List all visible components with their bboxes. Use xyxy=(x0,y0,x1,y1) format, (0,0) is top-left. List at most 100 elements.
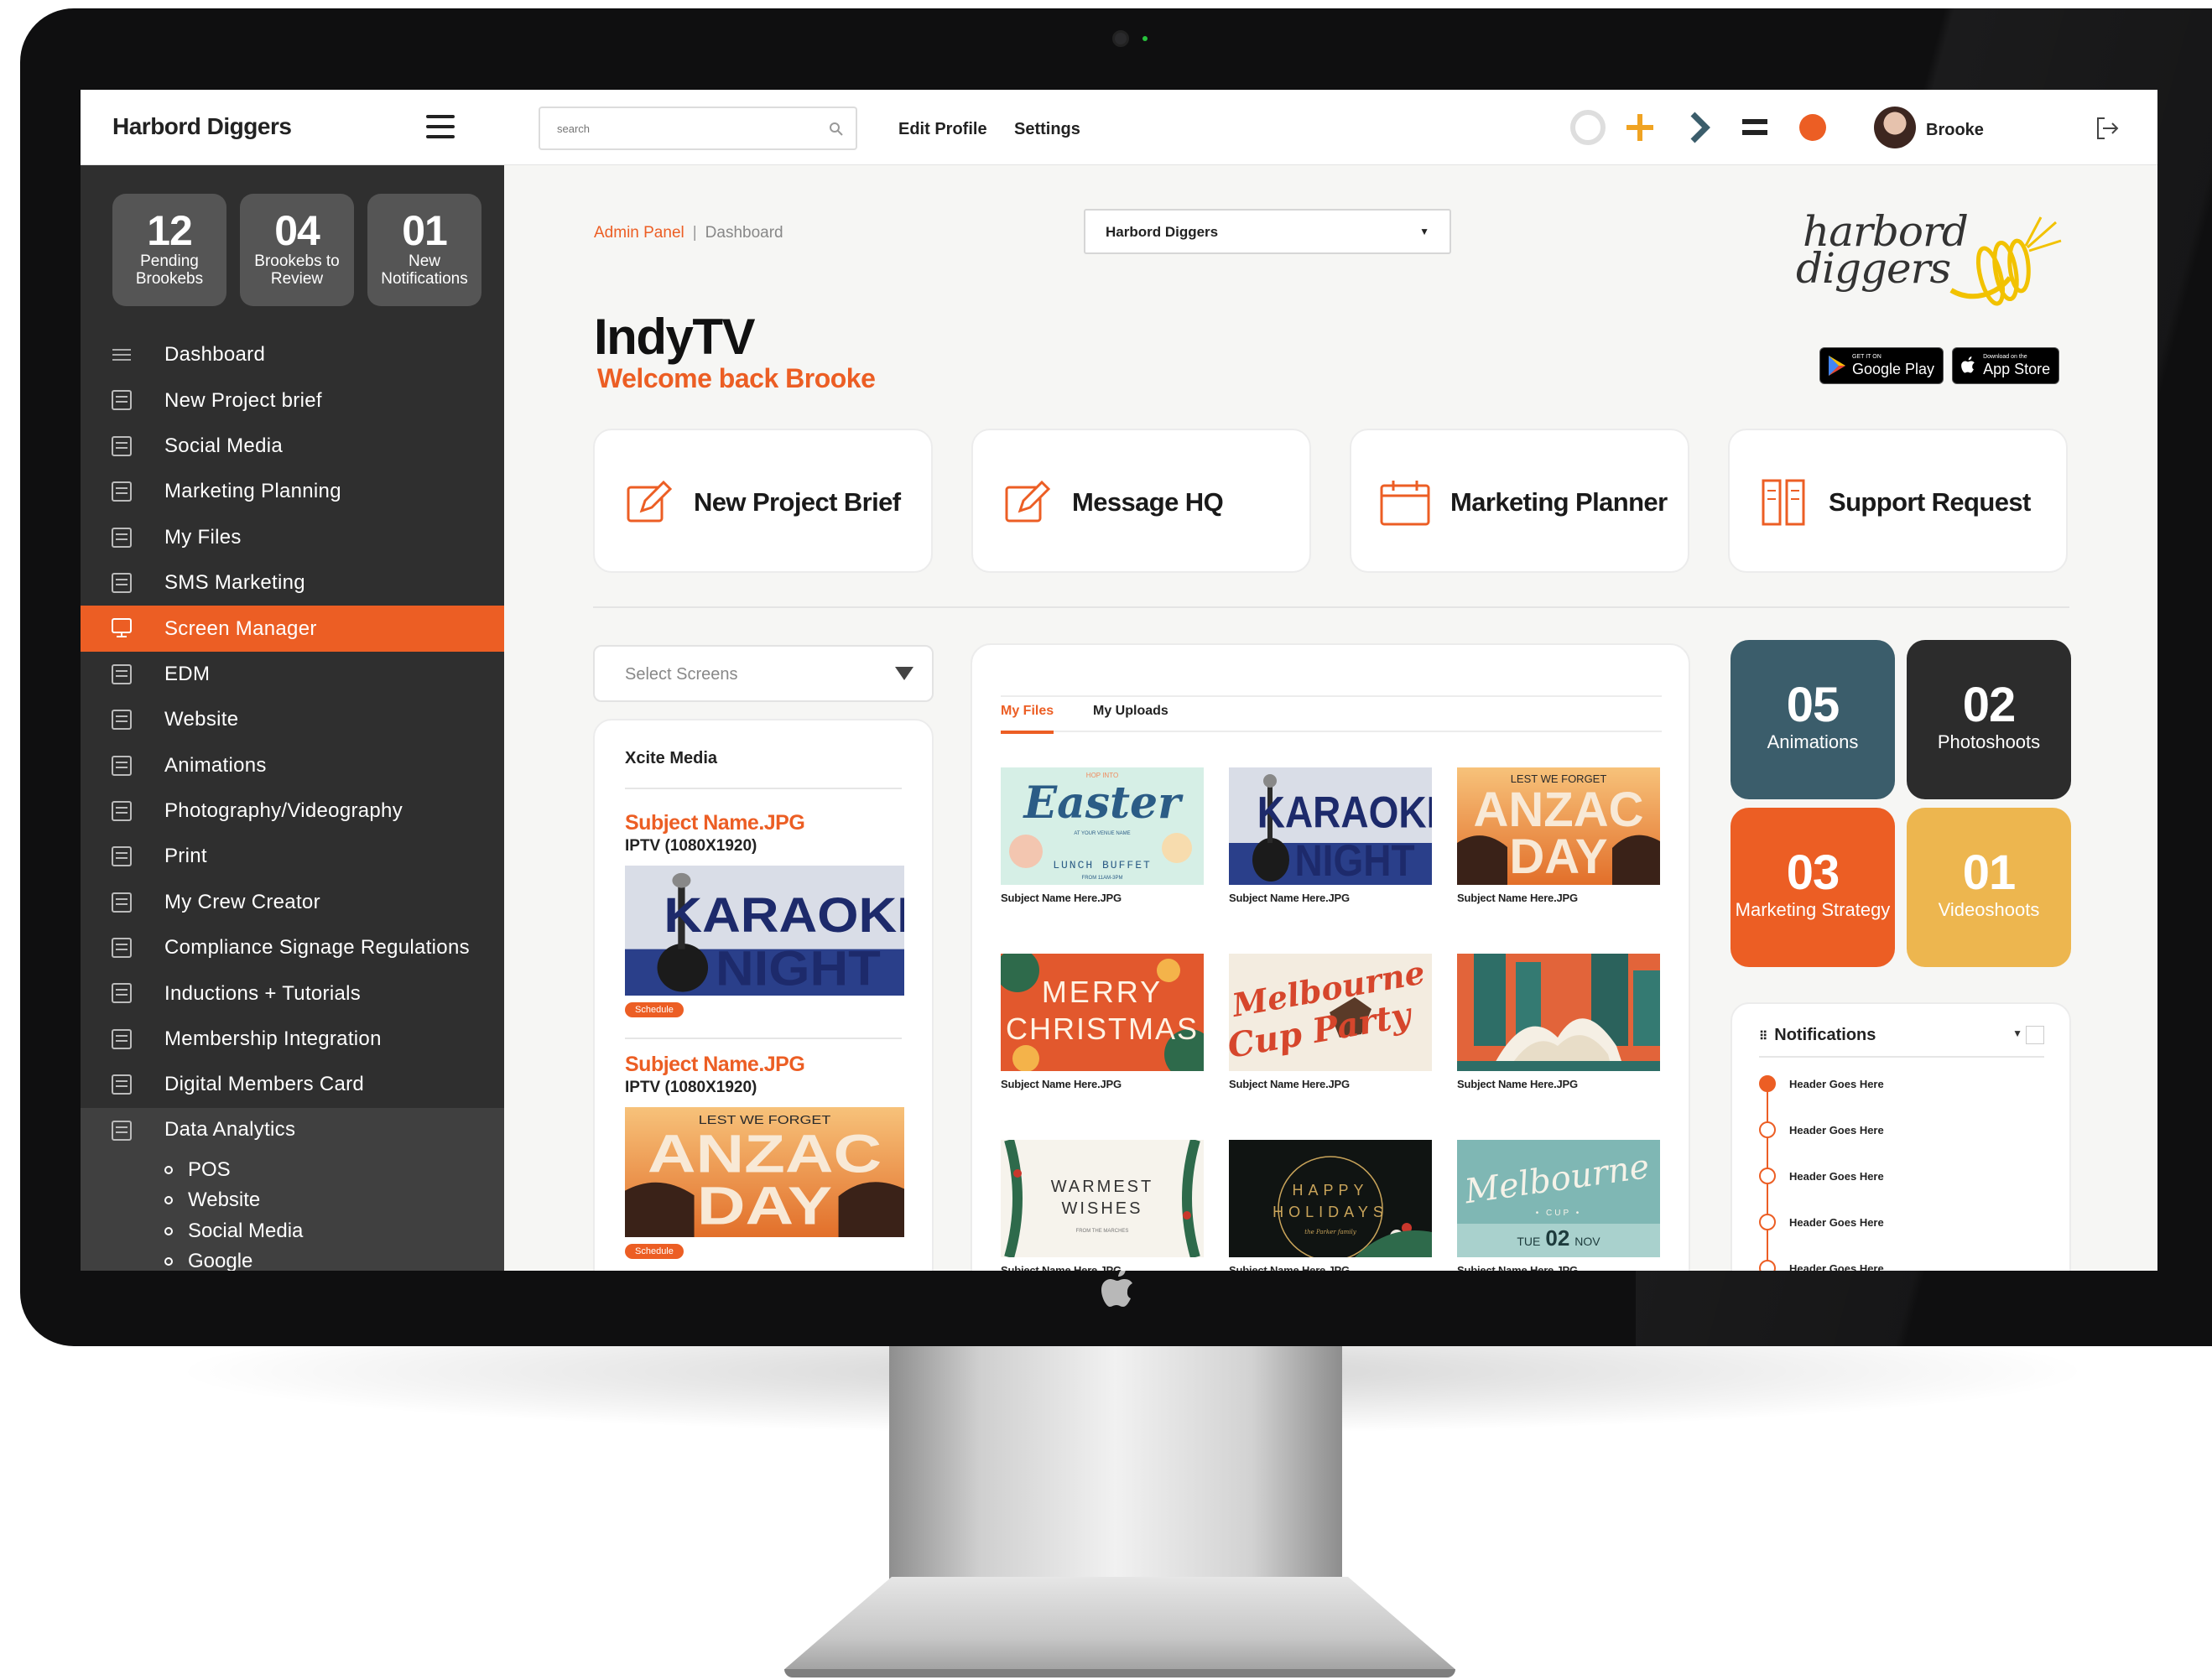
submenu-item[interactable]: Website xyxy=(81,1185,504,1216)
sidebar-item-data-analytics[interactable]: Data Analytics xyxy=(81,1107,504,1152)
schedule-badge[interactable]: Schedule xyxy=(625,1244,684,1259)
plus-icon[interactable] xyxy=(1622,110,1658,145)
equals-icon[interactable] xyxy=(1737,110,1772,145)
logout-icon[interactable] xyxy=(2094,115,2121,142)
file-preview-image[interactable]: Melbourne Cup Party xyxy=(1229,954,1432,1071)
analytics-submenu: POS Website Social Media Google xyxy=(81,1151,504,1271)
sidebar-item-dashboard[interactable]: Dashboard xyxy=(81,332,504,377)
sidebar-item-my-crew-creator[interactable]: My Crew Creator xyxy=(81,880,504,925)
file-thumbnail[interactable]: MERRY CHRISTMAS Subject Name Here.JPG xyxy=(1001,954,1204,1090)
file-preview-image[interactable]: HAPPY HOLIDAYS the Parker family xyxy=(1229,1140,1432,1257)
message-hq-card[interactable]: Message HQ xyxy=(971,429,1311,573)
submenu-item[interactable]: Google xyxy=(81,1246,504,1271)
file-thumbnail[interactable]: Melbourne • CUP • TUE 02 NOV Subject Name Her… xyxy=(1457,1140,1660,1271)
edit-profile-link[interactable]: Edit Profile xyxy=(898,120,987,139)
sidebar-item-social-media[interactable]: Social Media xyxy=(81,424,504,469)
file-preview-image[interactable]: KARAOKENIGHT xyxy=(1229,767,1432,885)
review-stat-tile[interactable]: 04 Brookebs to Review xyxy=(240,194,354,306)
file-preview-image[interactable]: Melbourne • CUP • TUE 02 NOV xyxy=(1457,1140,1660,1257)
bullet-icon xyxy=(164,1257,173,1267)
file-thumbnail[interactable]: Melbourne Cup Party Subject Name Here.JPG xyxy=(1229,954,1432,1090)
menu-icon xyxy=(109,343,134,367)
animations-tile[interactable]: 05 Animations xyxy=(1731,640,1895,799)
file-preview-image[interactable]: HOP INTO Easter AT YOUR VENUE NAME LUNCH BU… xyxy=(1001,767,1204,885)
pending-stat-tile[interactable]: 12 Pending Brookebs xyxy=(112,194,226,306)
google-play-badge[interactable]: GET IT ON Google Play xyxy=(1819,347,1944,384)
svg-text:FROM 11AM-3PM: FROM 11AM-3PM xyxy=(1082,876,1123,881)
support-request-card[interactable]: Support Request xyxy=(1728,429,2068,573)
site-select-dropdown[interactable]: Harbord Diggers ▼ xyxy=(1084,209,1451,254)
notification-item[interactable]: Header Goes Here xyxy=(1759,1213,1884,1231)
svg-text:FROM THE MARCHES: FROM THE MARCHES xyxy=(1076,1229,1129,1234)
orange-dot-icon[interactable] xyxy=(1795,110,1830,145)
search-input[interactable] xyxy=(540,108,792,148)
sidebar-item-my-files[interactable]: My Files xyxy=(81,515,504,560)
svg-text:CHRISTMAS: CHRISTMAS xyxy=(1006,1012,1199,1046)
videoshoots-tile[interactable]: 01 Videoshoots xyxy=(1907,808,2071,967)
card-divider xyxy=(625,1038,902,1039)
screen-entry[interactable]: Subject Name.JPG IPTV (1080X1920) KARAOK… xyxy=(625,811,907,1017)
status-ring-icon[interactable] xyxy=(1570,110,1606,145)
file-thumbnail[interactable]: KARAOKENIGHT Subject Name Here.JPG xyxy=(1229,767,1432,904)
sidebar-item-edm[interactable]: EDM xyxy=(81,652,504,697)
sidebar-item-inductions-tutorials[interactable]: Inductions + Tutorials xyxy=(81,970,504,1016)
avatar[interactable] xyxy=(1874,107,1916,148)
file-thumbnail[interactable]: Subject Name Here.JPG xyxy=(1457,954,1660,1090)
sidebar-item-label: Compliance Signage Regulations xyxy=(164,936,470,960)
sidebar-item-print[interactable]: Print xyxy=(81,834,504,879)
file-preview-image[interactable]: MERRY CHRISTMAS xyxy=(1001,954,1204,1071)
submenu-item[interactable]: Social Media xyxy=(81,1216,504,1247)
file-thumbnail[interactable]: HOP INTO Easter AT YOUR VENUE NAME LUNCH BU… xyxy=(1001,767,1204,904)
checkbox-icon xyxy=(109,936,134,960)
sidebar-item-website[interactable]: Website xyxy=(81,697,504,742)
brand-name[interactable]: Harbord Diggers xyxy=(112,113,292,140)
notification-item[interactable]: Header Goes Here xyxy=(1759,1074,1884,1093)
marketing-planner-card[interactable]: Marketing Planner xyxy=(1350,429,1689,573)
sidebar-item-sms-marketing[interactable]: SMS Marketing xyxy=(81,560,504,606)
tab-my-files[interactable]: My Files xyxy=(1001,697,1054,734)
file-preview-image[interactable] xyxy=(1457,954,1660,1071)
file-thumbnail[interactable]: LEST WE FORGET ANZAC DAY Subject Name Here.… xyxy=(1457,767,1660,904)
breadcrumb-admin-link[interactable]: Admin Panel xyxy=(594,224,684,242)
notifications-dropdown-icon[interactable]: ▼ xyxy=(2012,1027,2022,1039)
gear-icon[interactable] xyxy=(2026,1026,2044,1044)
file-thumbnail[interactable]: WARMEST WISHES FROM THE MARCHES Subject Nam… xyxy=(1001,1140,1204,1271)
search-icon[interactable] xyxy=(829,122,844,137)
top-navbar: Harbord Diggers Edit Profile Settings Br… xyxy=(81,90,2157,165)
sidebar-item-new-project-brief[interactable]: New Project brief xyxy=(81,377,504,423)
sidebar-item-screen-manager[interactable]: Screen Manager xyxy=(81,606,504,652)
settings-link[interactable]: Settings xyxy=(1014,120,1080,139)
tab-my-uploads[interactable]: My Uploads xyxy=(1093,697,1168,734)
notifications-stat-tile[interactable]: 01 New Notifications xyxy=(367,194,481,306)
select-screens-dropdown[interactable]: Select Screens xyxy=(593,645,934,702)
notification-item[interactable]: Header Goes Here xyxy=(1759,1259,1884,1271)
file-preview-image[interactable]: WARMEST WISHES FROM THE MARCHES xyxy=(1001,1140,1204,1257)
screen-thumbnail[interactable]: LEST WE FORGET ANZAC DAY xyxy=(625,1107,904,1237)
sidebar-item-membership-integration[interactable]: Membership Integration xyxy=(81,1017,504,1062)
file-preview-image[interactable]: LEST WE FORGET ANZAC DAY xyxy=(1457,767,1660,885)
photoshoots-tile[interactable]: 02 Photoshoots xyxy=(1907,640,2071,799)
stat-number: 12 xyxy=(147,207,193,254)
app-store-badge[interactable]: Download on the App Store xyxy=(1952,347,2060,384)
drag-handle-icon[interactable]: ⠿ xyxy=(1759,1029,1767,1043)
new-project-brief-card[interactable]: New Project Brief xyxy=(593,429,933,573)
sidebar-item-animations[interactable]: Animations xyxy=(81,743,504,788)
sidebar-item-marketing-planning[interactable]: Marketing Planning xyxy=(81,469,504,514)
sidebar-item-photography-videography[interactable]: Photography/Videography xyxy=(81,788,504,834)
screen-thumbnail[interactable]: KARAOKENIGHT xyxy=(625,866,904,996)
screen-entry[interactable]: Subject Name.JPG IPTV (1080X1920) LEST W… xyxy=(625,1053,907,1259)
schedule-badge[interactable]: Schedule xyxy=(625,1002,684,1017)
notification-item[interactable]: Header Goes Here xyxy=(1759,1121,1884,1139)
logo-text-line2: diggers xyxy=(1796,244,1951,293)
user-name[interactable]: Brooke xyxy=(1926,121,1984,140)
search-box[interactable] xyxy=(539,107,857,150)
marketing-strategy-tile[interactable]: 03 Marketing Strategy xyxy=(1731,808,1895,967)
sidebar-item-compliance-signage-regulations[interactable]: Compliance Signage Regulations xyxy=(81,925,504,970)
file-thumbnail[interactable]: HAPPY HOLIDAYS the Parker family Subject Na… xyxy=(1229,1140,1432,1271)
notification-item[interactable]: Header Goes Here xyxy=(1759,1167,1884,1185)
chevron-right-icon[interactable] xyxy=(1681,110,1716,145)
submenu-item[interactable]: POS xyxy=(81,1155,504,1186)
hamburger-menu-icon[interactable] xyxy=(426,115,455,138)
store-badges: GET IT ON Google Play Download on the App … xyxy=(1819,347,2060,384)
sidebar-item-digital-members-card[interactable]: Digital Members Card xyxy=(81,1062,504,1107)
